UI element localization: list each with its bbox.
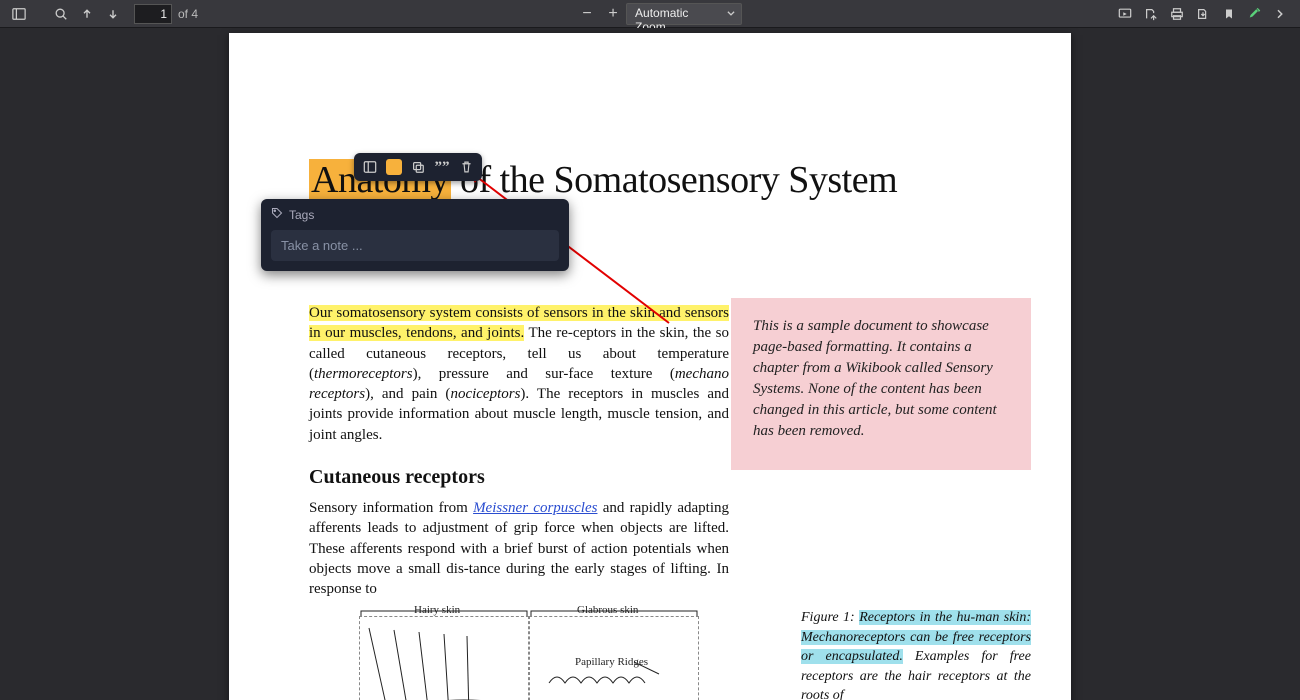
print-button[interactable] — [1164, 2, 1190, 26]
annotation-delete-button[interactable] — [456, 157, 476, 177]
tools-button[interactable] — [1268, 2, 1294, 26]
annotation-note-panel: Tags — [261, 199, 569, 271]
pdf-viewer[interactable]: Anatomy of the Somatosensory System ”” — [0, 28, 1300, 700]
annotation-copy-button[interactable] — [408, 157, 428, 177]
annotation-toolbar: ”” — [354, 153, 482, 181]
zoom-select-label: Automatic Zoom — [626, 3, 742, 25]
tags-label: Tags — [289, 208, 314, 222]
meissner-link[interactable]: Meissner corpuscles — [473, 500, 597, 516]
quote-icon: ”” — [435, 159, 450, 176]
zoom-in-button[interactable]: + — [600, 2, 626, 26]
zoom-out-button[interactable]: − — [574, 2, 600, 26]
info-sidebox: This is a sample document to showcase pa… — [731, 298, 1031, 470]
zoom-select[interactable]: Automatic Zoom — [626, 3, 742, 25]
sidebar-toggle-button[interactable] — [6, 2, 32, 26]
paragraph-2: Sensory information from Meissner corpus… — [309, 498, 729, 599]
title-rest: of the Somatosensory System — [451, 159, 897, 201]
pdf-toolbar: of 4 − + Automatic Zoom — [0, 0, 1300, 28]
page-number-input[interactable] — [134, 4, 172, 24]
figure-1-diagram: Hairy skin Glabrous skin Papillary Ridge… — [349, 598, 749, 700]
page-count-label: of 4 — [178, 7, 198, 21]
annotation-quote-button[interactable]: ”” — [432, 157, 452, 177]
highlighter-button[interactable] — [1242, 2, 1268, 26]
presentation-button[interactable] — [1112, 2, 1138, 26]
download-button[interactable] — [1190, 2, 1216, 26]
annotation-color-button[interactable] — [384, 157, 404, 177]
next-page-button[interactable] — [100, 2, 126, 26]
figure-1-caption: Figure 1: Receptors in the hu-man skin: … — [801, 608, 1031, 700]
prev-page-button[interactable] — [74, 2, 100, 26]
paragraph-1: Our somatosensory system consists of sen… — [309, 303, 729, 445]
find-button[interactable] — [48, 2, 74, 26]
heading-cutaneous: Cutaneous receptors — [309, 466, 485, 489]
bookmark-button[interactable] — [1216, 2, 1242, 26]
annotation-tags-row[interactable]: Tags — [271, 207, 559, 222]
figure-svg — [349, 598, 749, 700]
tag-icon — [271, 207, 283, 222]
pdf-page: Anatomy of the Somatosensory System ”” — [229, 33, 1071, 700]
color-swatch-icon — [386, 159, 402, 175]
open-file-button[interactable] — [1138, 2, 1164, 26]
annotation-note-input[interactable] — [271, 230, 559, 261]
annotation-sidebar-icon[interactable] — [360, 157, 380, 177]
